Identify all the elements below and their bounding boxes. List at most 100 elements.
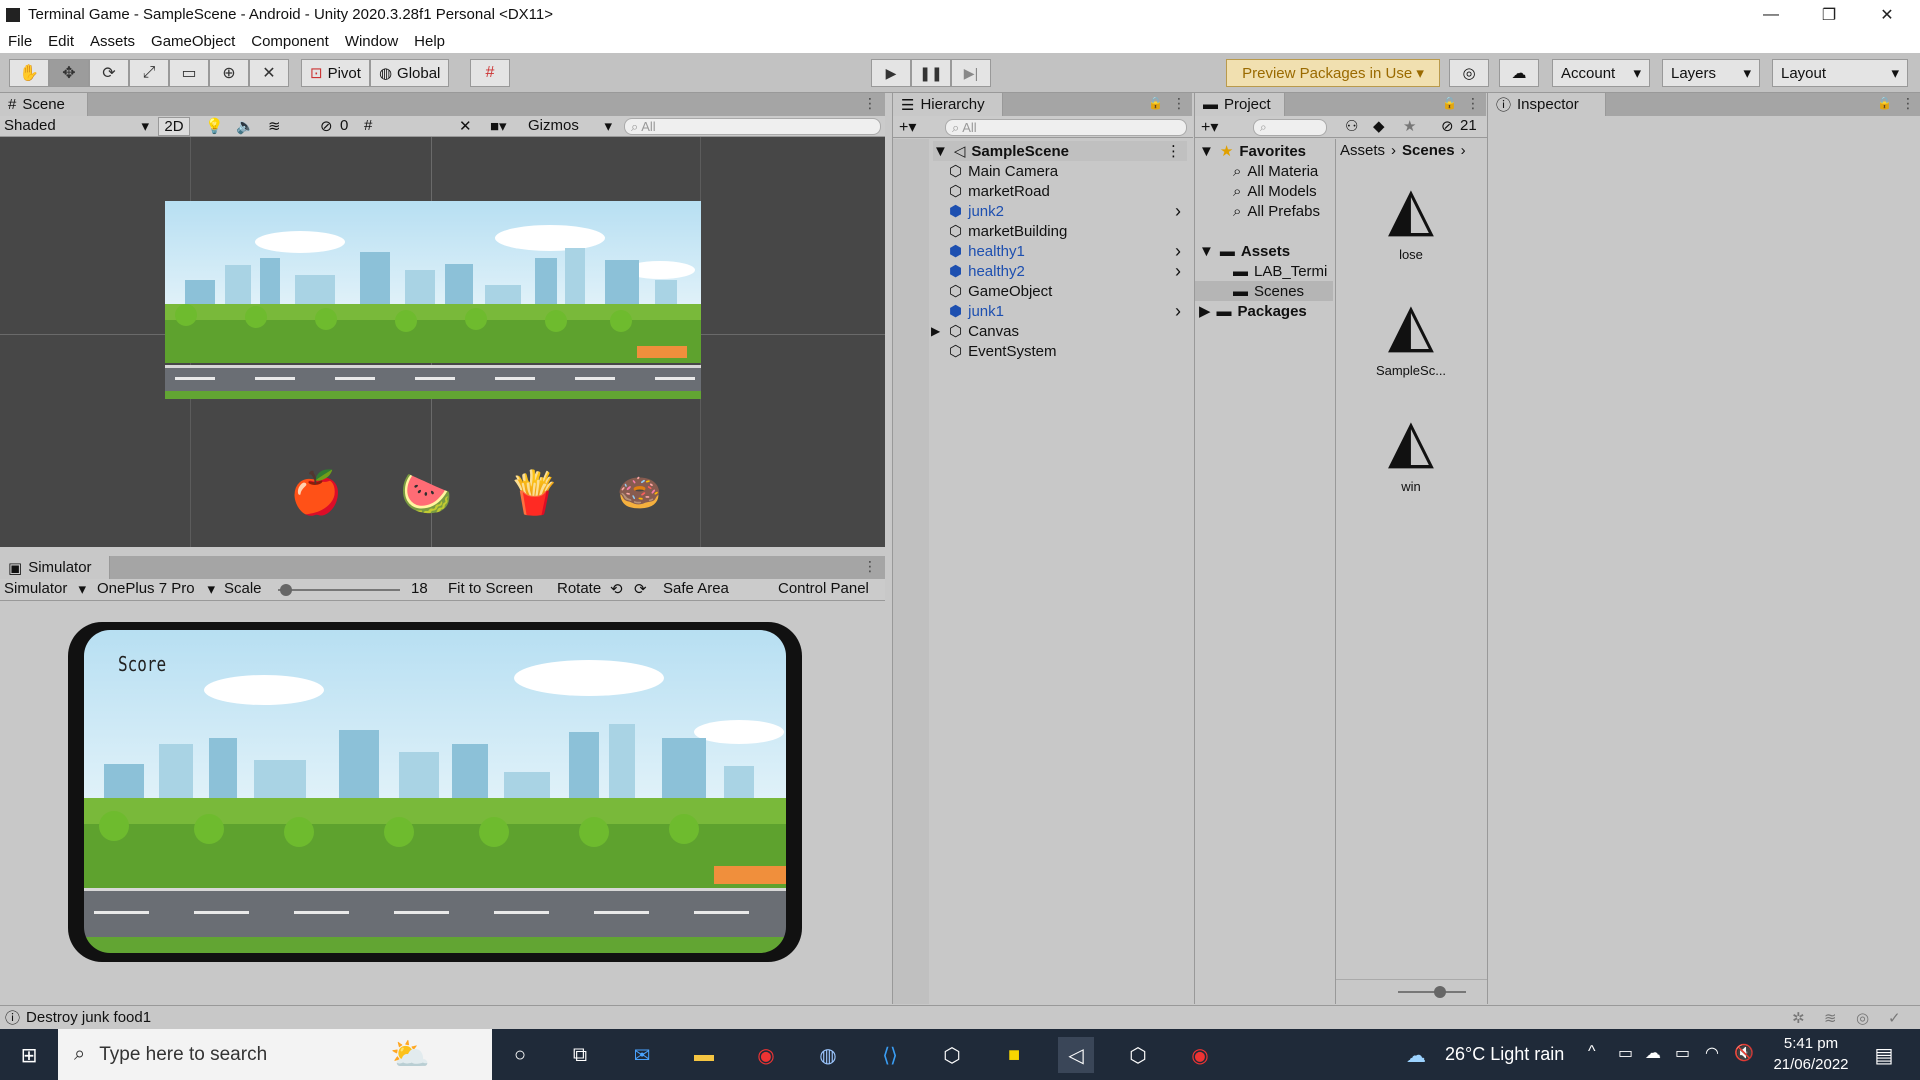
filter-type-icon[interactable]: ⚇ — [1345, 117, 1358, 135]
hierarchy-item[interactable]: ⬢ healthy2 › — [949, 261, 1185, 281]
audio-icon[interactable]: 🔈 — [236, 117, 255, 135]
simulator-vertical-scrollbar[interactable] — [871, 602, 885, 947]
control-panel-button[interactable]: Control Panel — [778, 580, 869, 597]
play-icon[interactable]: ▶ — [871, 59, 911, 87]
clock[interactable]: 5:41 pm 21/06/2022 — [1768, 1033, 1854, 1075]
menu-gameobject[interactable]: GameObject — [143, 33, 243, 50]
tab-scene[interactable]: # Scene — [0, 93, 88, 116]
asset-folder-row[interactable]: ▬ LAB_Termi — [1233, 261, 1327, 281]
lock-icon[interactable]: 🔒 — [1442, 96, 1457, 110]
unity-hub-icon[interactable]: ⬡ — [934, 1037, 970, 1073]
taskbar-search-box[interactable]: ⌕ Type here to search ⛅ — [58, 1029, 492, 1080]
grid-snap-icon[interactable]: # — [470, 59, 510, 87]
game-screen[interactable]: Score — [84, 630, 786, 953]
favorite-item[interactable]: ⌕ All Models — [1233, 181, 1317, 201]
tab-hierarchy[interactable]: ☰ Hierarchy — [893, 93, 1003, 116]
tab-project[interactable]: ▬ Project — [1195, 93, 1285, 116]
tab-inspector[interactable]: ⓘ Inspector — [1488, 93, 1606, 116]
hierarchy-item[interactable]: ⬡ marketRoad — [949, 181, 1185, 201]
wifi-icon[interactable]: ◠ — [1705, 1043, 1719, 1063]
move-tool-icon[interactable]: ✥ — [49, 59, 89, 87]
tray-chevron-up-icon[interactable]: ^ — [1588, 1043, 1596, 1061]
lighting-icon[interactable]: 💡 — [205, 117, 224, 135]
scene-asset[interactable]: ◭ SampleSc... — [1356, 295, 1466, 379]
tab-simulator[interactable]: ▣ Simulator — [0, 556, 110, 579]
chrome-icon[interactable]: ◉ — [748, 1037, 784, 1073]
battery-icon[interactable]: ▭ — [1675, 1043, 1690, 1063]
menu-file[interactable]: File — [0, 33, 40, 50]
unity-icon[interactable]: ⬡ — [1120, 1037, 1156, 1073]
shading-dropdown[interactable]: Shaded ▾ — [4, 117, 149, 135]
donut-sprite[interactable]: 🍩 — [617, 475, 662, 511]
hierarchy-search-input[interactable]: ⌕ All — [945, 119, 1187, 136]
favorite-item[interactable]: ⌕ All Materia — [1233, 161, 1318, 181]
effects-icon[interactable]: ≋ — [268, 117, 281, 135]
icon-size-slider[interactable] — [1398, 986, 1466, 998]
hierarchy-item[interactable]: ⬢ healthy1 › — [949, 241, 1185, 261]
minimize-button[interactable]: — — [1742, 0, 1800, 29]
cortana-icon[interactable]: ○ — [502, 1037, 538, 1073]
hierarchy-item[interactable]: ▶ ⬡ Canvas — [931, 321, 1185, 341]
chrome-profile-icon[interactable]: ◉ — [1182, 1037, 1218, 1073]
scene-root-row[interactable]: ▼ ◁ SampleScene ⋮ — [933, 141, 1187, 161]
menu-component[interactable]: Component — [243, 33, 337, 50]
panel-menu-icon[interactable]: ⋮ — [863, 95, 877, 112]
scene-asset[interactable]: ◭ win — [1366, 411, 1456, 495]
breadcrumb-item[interactable]: Assets — [1340, 142, 1385, 159]
panel-menu-icon[interactable]: ⋮ — [1172, 95, 1186, 112]
layers-icon[interactable]: ≋ — [1824, 1009, 1837, 1027]
global-toggle[interactable]: ◍ Global — [369, 59, 450, 87]
prefab-open-icon[interactable]: › — [1175, 201, 1181, 222]
pause-icon[interactable]: ❚❚ — [911, 59, 951, 87]
grid-toggle-icon[interactable]: # — [364, 117, 372, 134]
icon-size-slider-thumb[interactable] — [1434, 986, 1446, 998]
scale-slider-thumb[interactable] — [280, 584, 293, 596]
safe-area-toggle[interactable]: Safe Area — [663, 580, 729, 597]
scene-menu-icon[interactable]: ⋮ — [1166, 142, 1181, 160]
lock-icon[interactable]: 🔒 — [1148, 96, 1163, 110]
favorites-row[interactable]: ▼ ★ Favorites — [1199, 141, 1306, 161]
panel-menu-icon[interactable]: ⋮ — [1901, 95, 1915, 112]
favorite-star-icon[interactable]: ★ — [1403, 117, 1416, 135]
simulator-view[interactable]: Score — [0, 602, 885, 962]
hierarchy-item[interactable]: ⬡ EventSystem — [949, 341, 1185, 361]
scene-search-input[interactable]: ⌕ All — [624, 118, 881, 135]
prefab-open-icon[interactable]: › — [1175, 261, 1181, 282]
camera-icon[interactable]: ■▾ — [490, 117, 507, 135]
menu-help[interactable]: Help — [406, 33, 453, 50]
windows-start-icon[interactable]: ⊞ — [11, 1037, 47, 1073]
scale-tool-icon[interactable]: ⤢ — [129, 59, 169, 87]
custom-tool-icon[interactable]: ✕ — [249, 59, 289, 87]
vscode-icon[interactable]: ⟨⟩ — [872, 1037, 908, 1073]
unity-editor-icon[interactable]: ◁ — [1058, 1037, 1094, 1073]
hand-tool-icon[interactable]: ✋ — [9, 59, 49, 87]
scene-viewport[interactable]: 🍎 🍉 🍟 🍩 — [0, 137, 885, 547]
volume-muted-icon[interactable]: 🔇 — [1734, 1043, 1754, 1063]
scale-slider[interactable] — [278, 584, 400, 596]
panel-menu-icon[interactable]: ⋮ — [1466, 95, 1480, 112]
hierarchy-item[interactable]: ⬡ GameObject — [949, 281, 1185, 301]
watermelon-sprite[interactable]: 🍉 — [400, 473, 452, 515]
account-dropdown[interactable]: Account ▾ — [1552, 59, 1650, 87]
layout-dropdown[interactable]: Layout ▾ — [1772, 59, 1908, 87]
asset-folder-row-selected[interactable]: ▬ Scenes — [1195, 281, 1333, 301]
simulator-mode-dropdown[interactable]: Simulator ▾ — [4, 580, 86, 598]
hierarchy-item[interactable]: ⬢ junk1 › — [949, 301, 1185, 321]
device-icon[interactable]: ▭ — [1618, 1043, 1633, 1063]
chips-sprite[interactable]: 🍟 — [508, 472, 560, 514]
cache-icon[interactable]: ◎ — [1856, 1009, 1869, 1027]
hidden-packages-icon[interactable]: ⊘ — [1441, 117, 1454, 135]
sticky-notes-icon[interactable]: ■ — [996, 1037, 1032, 1073]
hierarchy-item[interactable]: ⬢ junk2 › — [949, 201, 1185, 221]
onedrive-icon[interactable]: ☁ — [1645, 1043, 1661, 1063]
device-dropdown[interactable]: OnePlus 7 Pro ▾ — [97, 580, 215, 598]
pivot-toggle[interactable]: ⊡ Pivot — [301, 59, 370, 87]
scene-asset[interactable]: ◭ lose — [1366, 179, 1456, 263]
favorite-item[interactable]: ⌕ All Prefabs — [1233, 201, 1320, 221]
hierarchy-item[interactable]: ⬡ marketBuilding — [949, 221, 1185, 241]
file-explorer-icon[interactable]: ▬ — [686, 1037, 722, 1073]
notifications-icon[interactable]: ▤ — [1866, 1037, 1902, 1073]
mail-icon[interactable]: ✉ — [624, 1037, 660, 1073]
weather-text[interactable]: 26°C Light rain — [1445, 1044, 1564, 1065]
collab-icon[interactable]: ◎ — [1449, 59, 1489, 87]
